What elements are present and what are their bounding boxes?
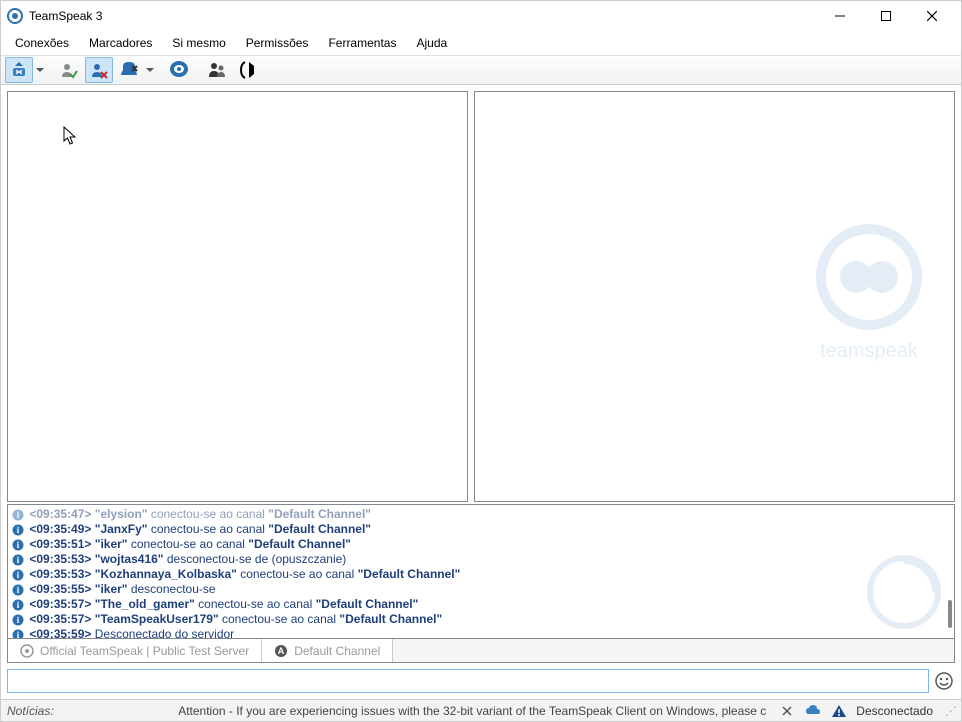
log-line: i <09:35:51> "iker" conectou-se ao canal… [12,537,950,552]
chat-tab-strip: Official TeamSpeak | Public Test Server … [7,639,955,663]
info-icon: i [12,554,24,566]
chat-input-row [7,669,955,693]
tab-server-label: Official TeamSpeak | Public Test Server [40,644,249,658]
away-dropdown[interactable] [145,66,155,74]
info-icon: i [12,539,24,551]
resize-grip-icon[interactable]: ⋰ [945,704,955,718]
log-line: i <09:35:55> "iker" desconectou-se [12,582,950,597]
away-button[interactable] [115,57,143,83]
log-line: i <09:35:53> "Kozhannaya_Kolbaska" conec… [12,567,950,582]
log-scrollbar-thumb[interactable] [948,600,952,628]
svg-text:teamspeak: teamspeak [820,340,919,362]
log-line: i <09:35:49> "JanxFy" conectou-se ao can… [12,522,950,537]
chat-input[interactable] [7,669,929,693]
mute-mic-button[interactable] [165,57,193,83]
tab-server[interactable]: Official TeamSpeak | Public Test Server [8,639,262,662]
titlebar: TeamSpeak 3 [1,1,961,31]
warning-icon[interactable] [830,702,848,720]
toggle-activation-button[interactable] [233,57,261,83]
emoji-button[interactable] [933,670,955,692]
info-icon: i [12,614,24,626]
log-line: i <09:35:57> "TeamSpeakUser179" conectou… [12,612,950,627]
toolbar [1,55,961,85]
channel-tree-pane[interactable] [7,91,468,502]
server-tab-icon [20,644,34,658]
menu-help[interactable]: Ajuda [406,34,457,52]
log-line: i <09:35:57> "The_old_gamer" conectou-se… [12,597,950,612]
window-controls [817,1,955,31]
log-line: i <09:35:59> Desconectado do servidor [12,627,950,639]
close-button[interactable] [909,1,955,31]
connect-button[interactable] [5,57,33,83]
menu-self[interactable]: Si mesmo [162,34,235,52]
tab-channel[interactable]: A Default Channel [262,639,393,662]
contacts-button[interactable] [203,57,231,83]
app-icon [7,8,23,24]
status-news-label: Notícias: [7,704,54,718]
info-icon: i [12,584,24,596]
log-watermark-icon [864,552,944,632]
main-area: teamspeak [1,85,961,504]
statusbar: Notícias: Attention - If you are experie… [1,699,961,721]
info-icon: i [12,569,24,581]
log-panel[interactable]: i <09:35:47> "elysion" conectou-se ao ca… [7,504,955,639]
info-icon: i [12,509,24,521]
menu-bookmarks[interactable]: Marcadores [79,34,162,52]
status-news-ticker: Attention - If you are experiencing issu… [62,704,771,718]
info-icon: i [12,629,24,639]
menu-permissions[interactable]: Permissões [236,34,319,52]
connect-dropdown[interactable] [35,66,45,74]
menu-tools[interactable]: Ferramentas [318,34,406,52]
info-pane: teamspeak [474,91,955,502]
log-line: i <09:35:47> "elysion" conectou-se ao ca… [12,507,950,522]
log-line: i <09:35:53> "wojtas416" desconectou-se … [12,552,950,567]
menu-connections[interactable]: Conexões [5,34,79,52]
minimize-button[interactable] [817,1,863,31]
news-close-icon[interactable] [778,702,796,720]
svg-text:A: A [278,646,285,656]
info-icon: i [12,524,24,536]
channel-tab-icon: A [274,644,288,658]
cloud-sync-icon[interactable] [804,702,822,720]
info-icon: i [12,599,24,611]
teamspeak-logo-watermark: teamspeak [804,222,934,372]
menubar: Conexões Marcadores Si mesmo Permissões … [1,31,961,55]
subscribe-all-button[interactable] [55,57,83,83]
maximize-button[interactable] [863,1,909,31]
connection-state: Desconectado [856,704,937,718]
unsubscribe-all-button[interactable] [85,57,113,83]
window-title: TeamSpeak 3 [29,9,817,23]
tab-channel-label: Default Channel [294,644,380,658]
